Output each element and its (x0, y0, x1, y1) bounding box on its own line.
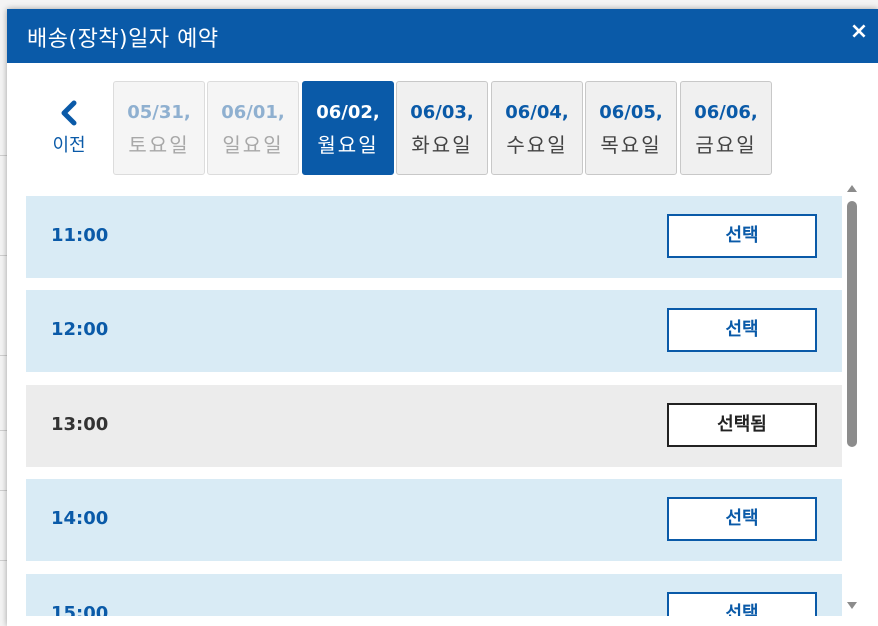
day-weekday: 토요일 (128, 133, 190, 157)
time-slot-row: 12:00 선택 (26, 290, 842, 372)
slot-time: 13:00 (51, 414, 109, 435)
slot-time: 14:00 (51, 508, 109, 529)
time-slot-list: 11:00 선택 12:00 선택 13:00 선택됨 14:00 선택 15:… (26, 196, 842, 616)
scrollbar-thumb[interactable] (847, 201, 857, 447)
day-weekday: 수요일 (506, 133, 568, 157)
modal-header: 배송(장착)일자 예약 × (7, 9, 878, 63)
day-tab-0606[interactable]: 06/06, 금요일 (680, 81, 772, 175)
day-tab-0603[interactable]: 06/03, 화요일 (396, 81, 488, 175)
chevron-left-icon (61, 100, 77, 126)
delivery-date-modal: 배송(장착)일자 예약 × 이전 05/31, 토요일 06/01, 일요일 0… (7, 9, 878, 626)
day-tab-0605[interactable]: 06/05, 목요일 (585, 81, 677, 175)
day-weekday: 일요일 (222, 133, 284, 157)
day-tab-0601: 06/01, 일요일 (207, 81, 299, 175)
modal-title: 배송(장착)일자 예약 (27, 27, 219, 52)
select-slot-button[interactable]: 선택 (667, 592, 817, 616)
time-slot-row: 14:00 선택 (26, 479, 842, 561)
select-slot-button[interactable]: 선택 (667, 214, 817, 258)
slot-time: 11:00 (51, 225, 109, 246)
time-slot-row-selected: 13:00 선택됨 (26, 385, 842, 467)
select-slot-button[interactable]: 선택 (667, 497, 817, 541)
caret-down-icon[interactable] (845, 599, 859, 613)
day-tab-0602[interactable]: 06/02, 월요일 (302, 81, 394, 175)
day-weekday: 목요일 (600, 133, 662, 157)
time-slot-row: 15:00 선택 (26, 574, 842, 616)
day-tab-0604[interactable]: 06/04, 수요일 (491, 81, 583, 175)
time-slot-row: 11:00 선택 (26, 196, 842, 278)
caret-up-icon[interactable] (845, 181, 859, 195)
slot-list-scrollbar[interactable] (845, 181, 859, 613)
day-date: 06/02, (316, 102, 380, 123)
close-icon[interactable]: × (846, 19, 872, 45)
selected-slot-button[interactable]: 선택됨 (667, 403, 817, 447)
day-date: 06/04, (505, 102, 569, 123)
select-slot-button[interactable]: 선택 (667, 308, 817, 352)
day-date: 06/01, (221, 102, 285, 123)
day-date: 06/03, (410, 102, 474, 123)
day-date: 05/31, (127, 102, 191, 123)
day-weekday: 금요일 (695, 133, 757, 157)
day-tab-0531: 05/31, 토요일 (113, 81, 205, 175)
day-weekday: 월요일 (317, 133, 379, 157)
prev-label: 이전 (52, 135, 86, 156)
day-weekday: 화요일 (411, 133, 473, 157)
day-date: 06/05, (599, 102, 663, 123)
prev-week-button[interactable]: 이전 (39, 95, 99, 165)
slot-time: 15:00 (51, 603, 109, 616)
day-date: 06/06, (694, 102, 758, 123)
slot-time: 12:00 (51, 319, 109, 340)
